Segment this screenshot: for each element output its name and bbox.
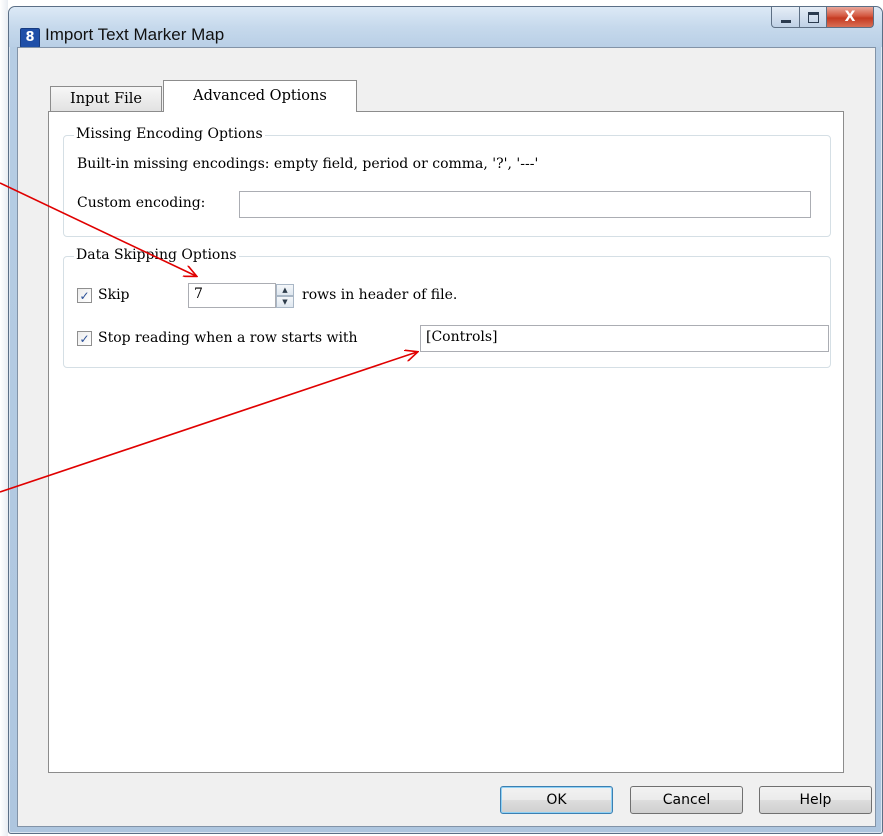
custom-encoding-input[interactable] — [239, 191, 811, 218]
dialog-window: 8 Import Text Marker Map X Input File Ad… — [8, 6, 883, 834]
builtin-encodings-text: Built-in missing encodings: empty field,… — [77, 156, 539, 172]
window-title: Import Text Marker Map — [45, 25, 225, 44]
data-skipping-legend: Data Skipping Options — [74, 247, 239, 263]
skip-rows-input[interactable]: 7 — [188, 283, 276, 308]
checkmark-icon: ✓ — [79, 288, 90, 303]
minimize-icon — [780, 19, 791, 23]
skip-rows-checkbox[interactable]: ✓ — [77, 288, 92, 303]
data-skipping-group: Data Skipping Options ✓ Skip 7 ▲ ▼ rows … — [63, 247, 831, 368]
app-logo-icon: 8 — [20, 28, 40, 48]
stop-reading-label: Stop reading when a row starts with — [98, 330, 358, 346]
checkmark-icon: ✓ — [79, 331, 90, 346]
cancel-button[interactable]: Cancel — [630, 786, 743, 814]
advanced-options-panel: Missing Encoding Options Built-in missin… — [48, 111, 844, 773]
desktop-background — [0, 0, 8, 836]
skip-rows-spinner[interactable]: ▲ ▼ — [276, 284, 294, 308]
chevron-down-icon[interactable]: ▼ — [276, 296, 294, 308]
maximize-icon — [807, 11, 819, 23]
dialog-client-area: Input File Advanced Options Missing Enco… — [17, 47, 876, 827]
tab-input-file[interactable]: Input File — [50, 86, 162, 111]
chevron-up-icon[interactable]: ▲ — [276, 284, 294, 296]
help-button[interactable]: Help — [759, 786, 872, 814]
screenshot-canvas: 8 Import Text Marker Map X Input File Ad… — [0, 0, 883, 836]
missing-encoding-group: Missing Encoding Options Built-in missin… — [63, 126, 831, 237]
stop-reading-input[interactable]: [Controls] — [420, 325, 829, 352]
title-bar[interactable]: 8 Import Text Marker Map X — [9, 7, 882, 48]
close-button[interactable]: X — [827, 7, 874, 28]
ok-button[interactable]: OK — [500, 786, 613, 814]
tab-advanced-options[interactable]: Advanced Options — [163, 80, 357, 112]
missing-encoding-legend: Missing Encoding Options — [74, 126, 265, 142]
skip-suffix-label: rows in header of file. — [302, 287, 458, 303]
close-icon: X — [844, 9, 856, 25]
minimize-button[interactable] — [771, 7, 800, 28]
stop-reading-checkbox[interactable]: ✓ — [77, 331, 92, 346]
skip-label: Skip — [98, 287, 130, 303]
caption-buttons: X — [771, 7, 874, 29]
custom-encoding-label: Custom encoding: — [77, 195, 206, 211]
maximize-button[interactable] — [800, 7, 827, 28]
